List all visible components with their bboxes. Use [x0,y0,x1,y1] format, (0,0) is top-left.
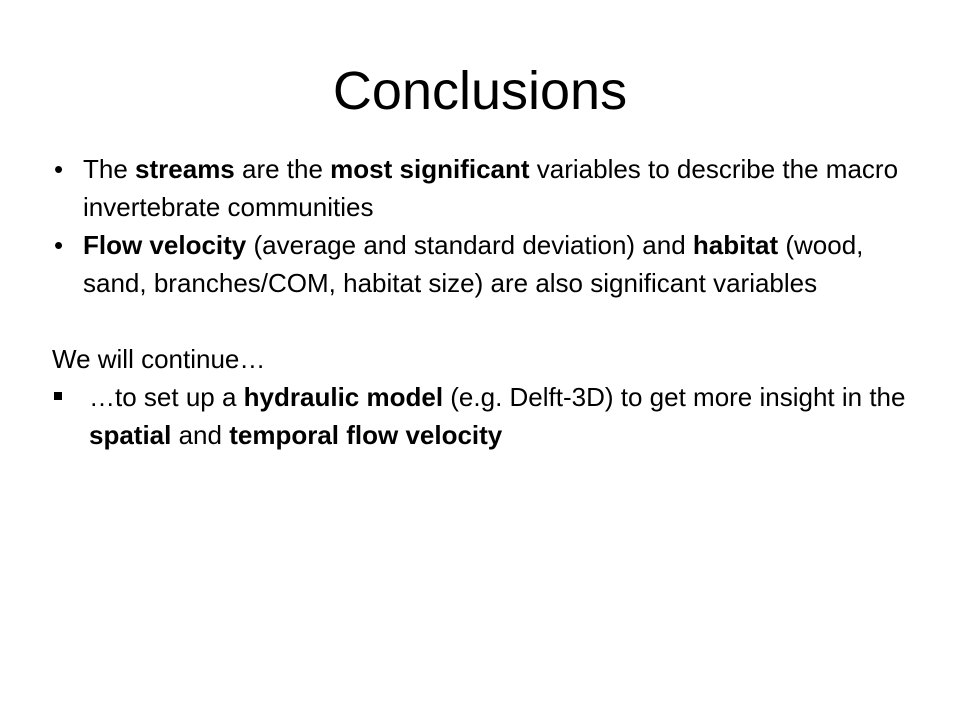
slide-title: Conclusions [332,61,628,121]
bullet-text: …to set up a hydraulic model (e.g. Delft… [89,382,906,450]
conclusion-bullet: • Flow velocity (average and standard de… [52,226,932,302]
bullet-dot-icon: • [54,154,64,184]
bullet-text: The streams are the most significant var… [83,154,899,222]
bullet-dot-icon: • [54,230,64,260]
slide: Conclusions • The streams are the most s… [0,0,960,720]
continue-bullet: …to set up a hydraulic model (e.g. Delft… [52,378,932,454]
slide-body: • The streams are the most significant v… [52,150,932,454]
conclusion-bullet: • The streams are the most significant v… [52,150,932,226]
bullet-text: Flow velocity (average and standard devi… [83,230,864,298]
conclusion-bullet-list: • The streams are the most significant v… [52,150,932,302]
continue-heading: We will continue… [52,344,266,374]
square-bullet-icon [54,392,62,400]
continue-bullet-list: …to set up a hydraulic model (e.g. Delft… [52,378,932,454]
